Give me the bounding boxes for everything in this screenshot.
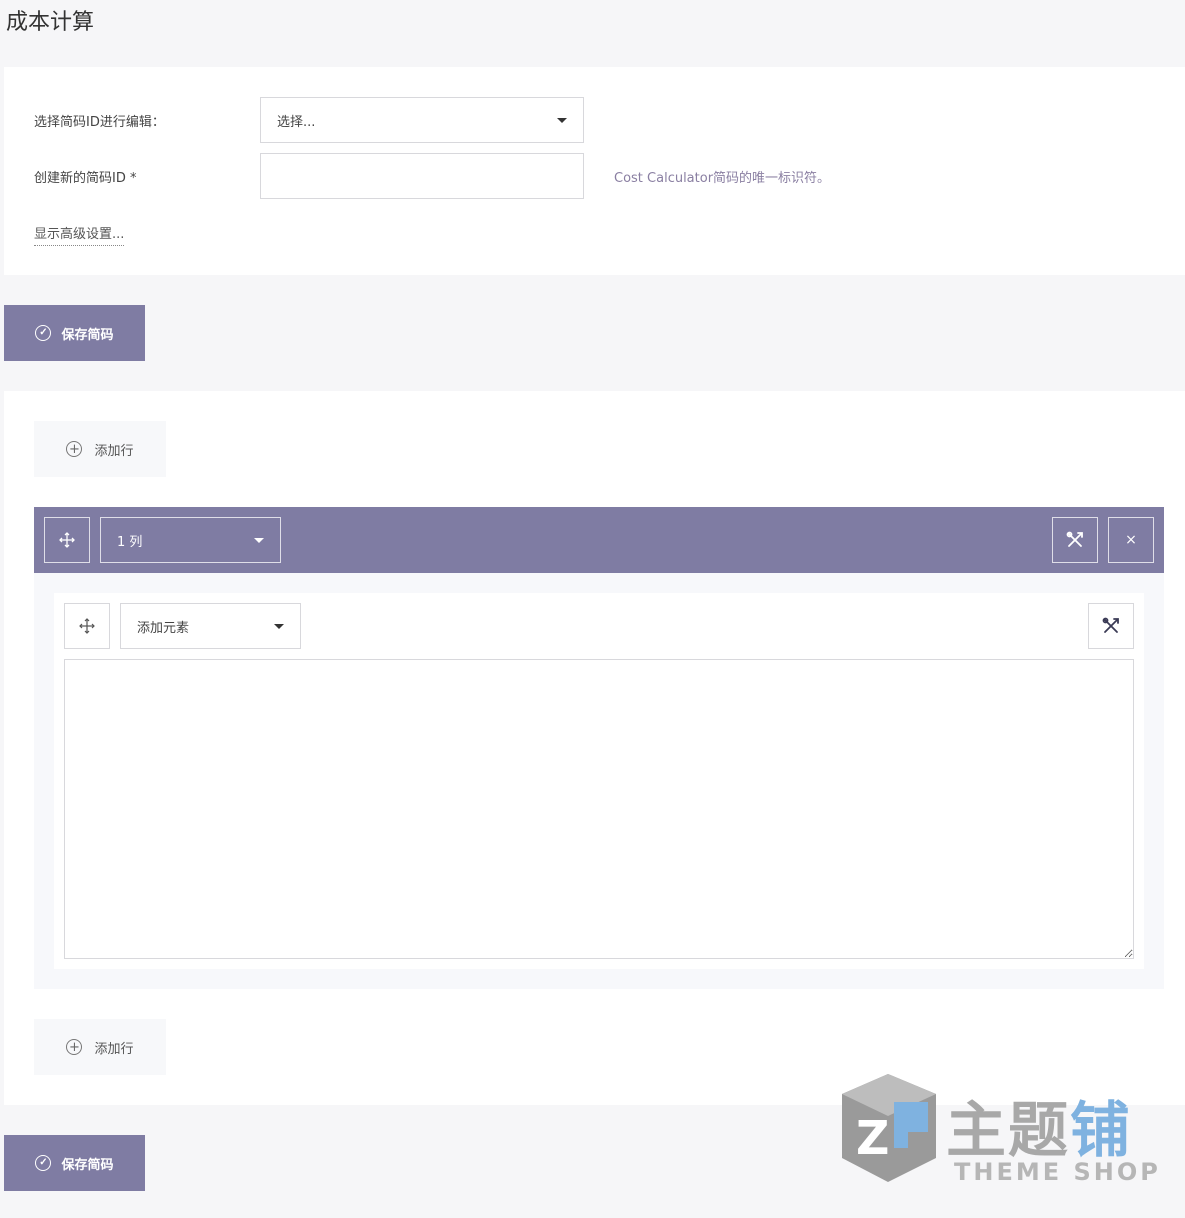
new-shortcode-label: 创建新的简码ID * xyxy=(34,171,137,186)
save-shortcode-label: 保存简码 xyxy=(61,1156,114,1172)
add-row-label: 添加行 xyxy=(94,443,134,459)
svg-text:Z: Z xyxy=(856,1111,889,1165)
add-row-label: 添加行 xyxy=(94,1041,134,1057)
row-settings-button[interactable] xyxy=(1052,517,1098,563)
watermark-cn-main: 主题 xyxy=(946,1096,1070,1166)
builder-panel: + 添加行 1 列 × 添加元素 + 添加行 xyxy=(4,391,1185,1105)
column-settings-button[interactable] xyxy=(1088,603,1134,649)
add-row-button[interactable]: + 添加行 xyxy=(34,421,166,477)
new-shortcode-input[interactable] xyxy=(260,153,584,199)
shortcode-select-value: 选择... xyxy=(277,114,316,130)
caret-down-icon xyxy=(274,624,284,629)
show-advanced-settings-link[interactable]: 显示高级设置... xyxy=(34,223,125,246)
shortcode-select[interactable]: 选择... xyxy=(260,97,584,143)
check-circle-icon: ✓ xyxy=(35,1155,52,1171)
caret-down-icon xyxy=(557,118,567,123)
tools-icon xyxy=(1102,617,1119,633)
add-element-value: 添加元素 xyxy=(137,620,190,636)
watermark-cn-accent: 铺 xyxy=(1070,1096,1132,1166)
move-icon xyxy=(79,618,95,634)
plus-circle-icon: + xyxy=(66,441,83,457)
builder-row: 1 列 × 添加元素 xyxy=(34,507,1164,989)
row-move-handle[interactable] xyxy=(44,517,90,563)
close-icon: × xyxy=(1125,532,1137,548)
row-columns-value: 1 列 xyxy=(117,534,143,550)
shortcode-settings-panel: 选择简码ID进行编辑： 选择... 创建新的简码ID * Cost Calcul… xyxy=(4,67,1185,275)
tools-icon xyxy=(1066,531,1083,547)
theme-shop-logo-icon: Z xyxy=(842,1074,936,1182)
watermark-en-text: THEME SHOP xyxy=(954,1158,1161,1186)
plus-circle-icon: + xyxy=(66,1039,83,1055)
add-row-button-bottom[interactable]: + 添加行 xyxy=(34,1019,166,1075)
row-close-button[interactable]: × xyxy=(1108,517,1154,563)
move-icon xyxy=(59,532,75,548)
new-shortcode-hint: Cost Calculator简码的唯一标识符。 xyxy=(614,171,831,186)
column-move-handle[interactable] xyxy=(64,603,110,649)
save-shortcode-button-bottom[interactable]: ✓ 保存简码 xyxy=(4,1135,145,1191)
column-content-textarea[interactable] xyxy=(64,659,1134,959)
row-toolbar: 1 列 × xyxy=(34,507,1164,573)
caret-down-icon xyxy=(254,538,264,543)
save-shortcode-button[interactable]: ✓ 保存简码 xyxy=(4,305,145,361)
add-element-select[interactable]: 添加元素 xyxy=(120,603,301,649)
builder-column: 添加元素 xyxy=(54,593,1144,969)
page-title: 成本计算 xyxy=(6,10,95,35)
row-columns-select[interactable]: 1 列 xyxy=(100,517,281,563)
select-shortcode-label: 选择简码ID进行编辑： xyxy=(34,115,165,130)
save-shortcode-label: 保存简码 xyxy=(61,326,114,342)
check-circle-icon: ✓ xyxy=(35,325,52,341)
watermark-cn-text: 主题铺 xyxy=(946,1082,1132,1169)
theme-shop-watermark: Z 主题铺 THEME SHOP xyxy=(838,1072,1168,1190)
